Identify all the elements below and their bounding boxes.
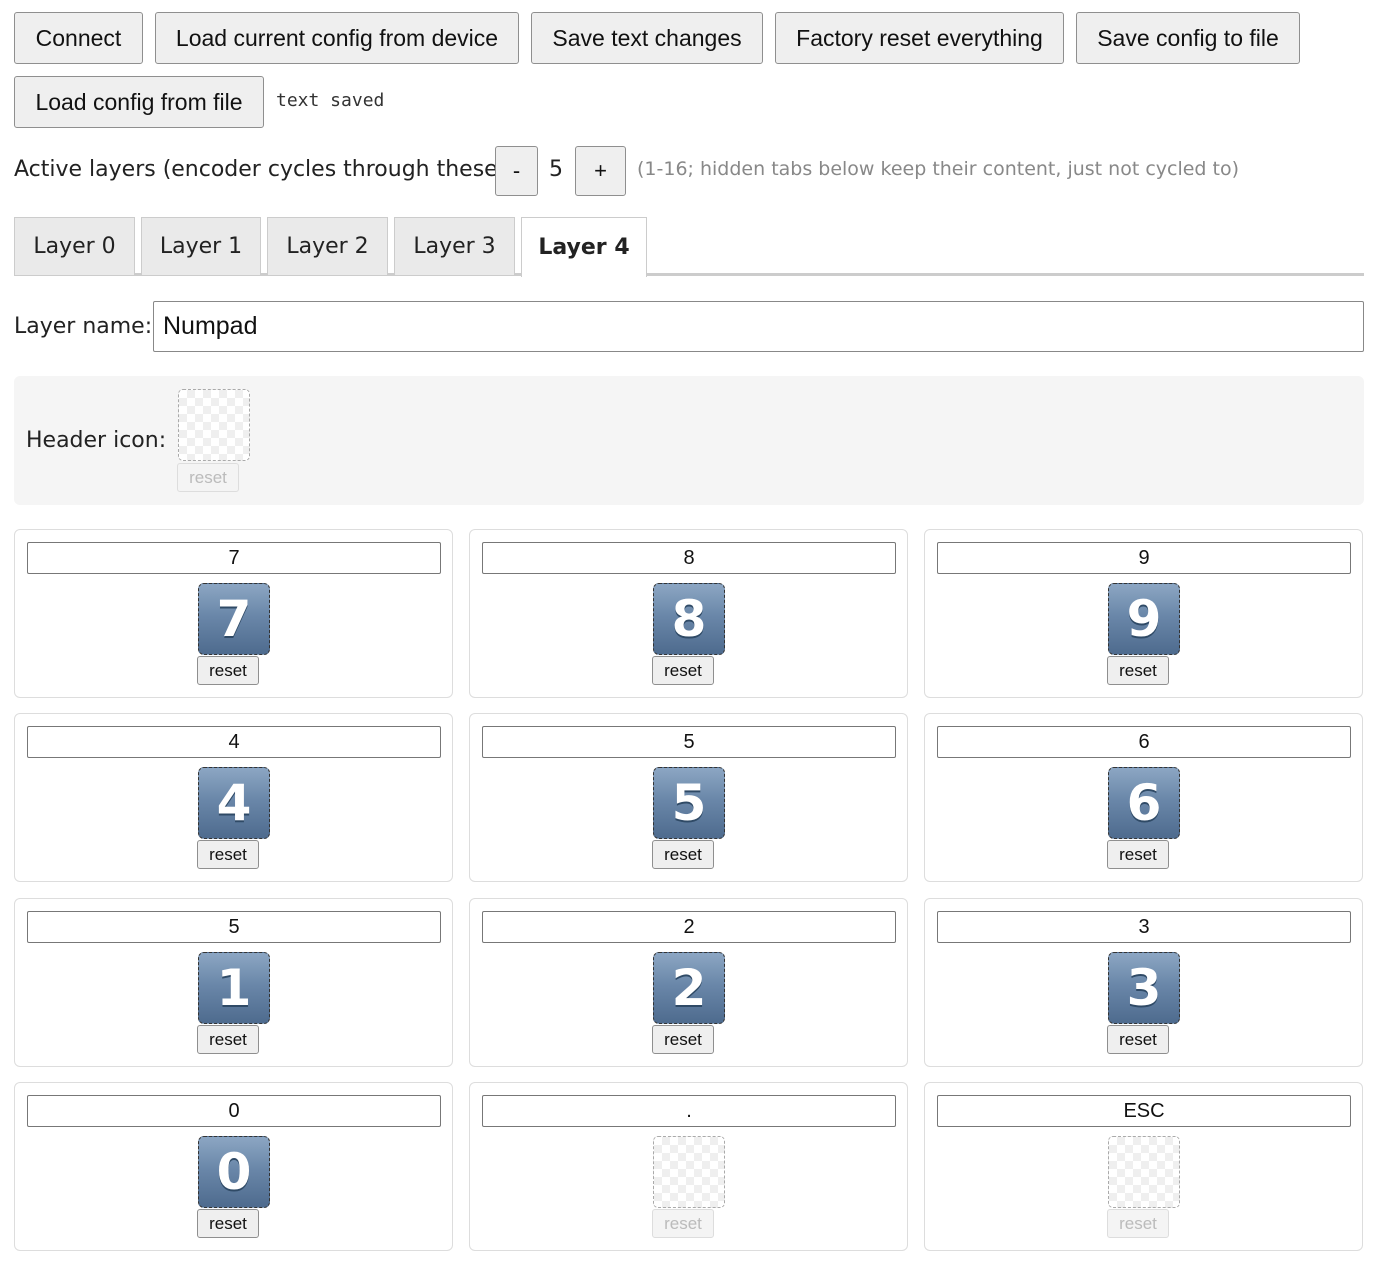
tab-layer-1[interactable]: Layer 1 (141, 217, 261, 275)
factory-reset-button[interactable]: Factory reset everything (775, 12, 1064, 64)
key-icon-reset-button[interactable]: reset (1107, 1209, 1169, 1238)
key-icon-reset-button[interactable]: reset (197, 656, 259, 685)
key-label-input[interactable] (482, 911, 896, 943)
key-label-input[interactable] (482, 1095, 896, 1127)
layers-decrement-button[interactable]: - (495, 146, 538, 196)
key-card: reset (924, 1082, 1363, 1251)
keycap-digit-icon[interactable]: 2 (653, 952, 725, 1024)
header-icon-reset-button[interactable]: reset (177, 463, 239, 492)
load-from-device-button[interactable]: Load current config from device (155, 12, 519, 64)
key-card: 3reset (924, 898, 1363, 1067)
key-icon-reset-button[interactable]: reset (197, 1209, 259, 1238)
key-icon-reset-button[interactable]: reset (1107, 656, 1169, 685)
key-card: 2reset (469, 898, 908, 1067)
key-label-input[interactable] (937, 542, 1351, 574)
active-layers-value: 5 (549, 157, 563, 182)
key-icon-reset-button[interactable]: reset (197, 1025, 259, 1054)
key-card: 4reset (14, 713, 453, 882)
save-config-file-button[interactable]: Save config to file (1076, 12, 1300, 64)
key-card: reset (469, 1082, 908, 1251)
tab-layer-3[interactable]: Layer 3 (394, 217, 515, 275)
key-card: 7reset (14, 529, 453, 698)
tab-layer-2[interactable]: Layer 2 (267, 217, 388, 275)
layers-increment-button[interactable]: + (575, 146, 626, 196)
keycap-digit-icon[interactable]: 7 (198, 583, 270, 655)
keycap-digit-icon[interactable]: 6 (1108, 767, 1180, 839)
key-card: 5reset (469, 713, 908, 882)
empty-icon-slot[interactable] (1108, 1136, 1180, 1208)
keycap-digit-icon[interactable]: 0 (198, 1136, 270, 1208)
keycap-digit-icon[interactable]: 1 (198, 952, 270, 1024)
keycap-digit-icon[interactable]: 8 (653, 583, 725, 655)
key-icon-reset-button[interactable]: reset (652, 1025, 714, 1054)
key-card: 6reset (924, 713, 1363, 882)
key-icon-reset-button[interactable]: reset (197, 840, 259, 869)
key-label-input[interactable] (937, 726, 1351, 758)
key-label-input[interactable] (27, 1095, 441, 1127)
keycap-digit-icon[interactable]: 3 (1108, 952, 1180, 1024)
layer-name-input[interactable] (153, 301, 1364, 352)
key-card: 9reset (924, 529, 1363, 698)
status-text: text saved (276, 90, 385, 111)
keycap-digit-icon[interactable]: 4 (198, 767, 270, 839)
active-layers-hint: (1-16; hidden tabs below keep their cont… (637, 158, 1240, 180)
header-icon-label: Header icon: (26, 428, 167, 453)
key-label-input[interactable] (27, 911, 441, 943)
active-layers-label: Active layers (encoder cycles through th… (14, 157, 514, 182)
key-label-input[interactable] (482, 542, 896, 574)
save-text-changes-button[interactable]: Save text changes (531, 12, 763, 64)
key-icon-reset-button[interactable]: reset (652, 1209, 714, 1238)
layer-name-label: Layer name: (14, 314, 153, 339)
load-config-file-button[interactable]: Load config from file (14, 76, 264, 128)
empty-icon-slot[interactable] (653, 1136, 725, 1208)
header-icon-slot[interactable] (178, 389, 250, 461)
tab-layer-4[interactable]: Layer 4 (521, 217, 647, 277)
key-icon-reset-button[interactable]: reset (652, 656, 714, 685)
key-label-input[interactable] (27, 726, 441, 758)
connect-button[interactable]: Connect (14, 12, 143, 64)
key-card: 0reset (14, 1082, 453, 1251)
key-card: 1reset (14, 898, 453, 1067)
key-label-input[interactable] (937, 1095, 1351, 1127)
key-label-input[interactable] (937, 911, 1351, 943)
tab-layer-0[interactable]: Layer 0 (14, 217, 135, 275)
keycap-digit-icon[interactable]: 9 (1108, 583, 1180, 655)
keycap-digit-icon[interactable]: 5 (653, 767, 725, 839)
key-icon-reset-button[interactable]: reset (1107, 1025, 1169, 1054)
key-card: 8reset (469, 529, 908, 698)
key-label-input[interactable] (27, 542, 441, 574)
key-label-input[interactable] (482, 726, 896, 758)
key-icon-reset-button[interactable]: reset (652, 840, 714, 869)
key-icon-reset-button[interactable]: reset (1107, 840, 1169, 869)
